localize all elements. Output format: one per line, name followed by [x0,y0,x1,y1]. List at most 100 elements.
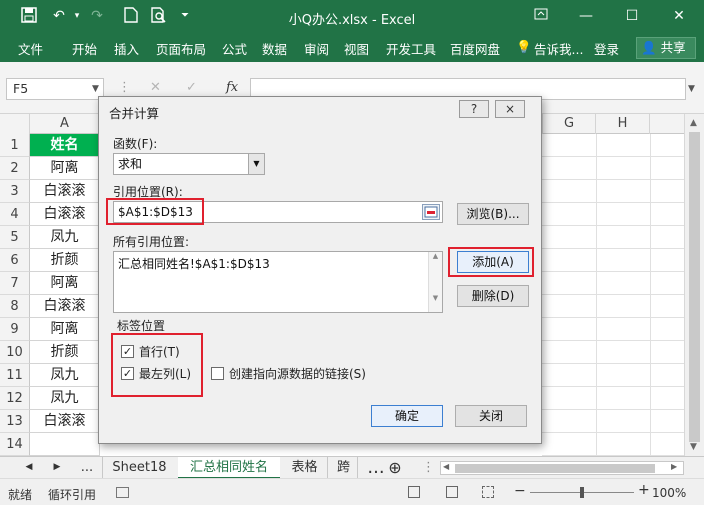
page-layout-view-icon[interactable] [446,486,458,498]
row-header[interactable]: 2 [0,157,30,180]
zoom-out-icon[interactable]: − [514,483,526,499]
table-cell[interactable] [30,433,100,456]
column-header-a[interactable]: A [30,114,100,134]
scroll-right-icon[interactable]: ▶ [671,462,677,471]
all-references-item[interactable]: 汇总相同姓名!$A$1:$D$13 [118,255,442,272]
tell-me-box[interactable]: 告诉我... [534,39,583,58]
horizontal-scrollbar[interactable]: ◀ ▶ [440,461,684,475]
close-button[interactable]: 关闭 [455,405,527,427]
add-sheet-icon[interactable]: ⊕ [386,457,404,479]
sheet-tab-bar: ◀ ▶ ... Sheet18 汇总相同姓名 表格 跨 ... ⊕ ⋮ ◀ ▶ [0,456,704,479]
scroll-down-icon[interactable]: ▼ [690,442,697,452]
tab-file[interactable]: 文件 [18,39,43,58]
column-header-h[interactable]: H [596,114,650,134]
table-cell[interactable]: 阿离 [30,318,100,341]
row-header[interactable]: 6 [0,249,30,272]
row-header[interactable]: 4 [0,203,30,226]
tab-data[interactable]: 数据 [262,39,287,58]
row-header[interactable]: 5 [0,226,30,249]
table-cell[interactable]: 凤九 [30,364,100,387]
scroll-up-icon[interactable]: ▲ [690,118,697,128]
scroll-down-icon[interactable]: ▼ [429,294,442,302]
name-box[interactable]: F5 [6,78,104,100]
horizontal-scroll-thumb[interactable] [455,464,655,473]
table-cell[interactable]: 阿离 [30,272,100,295]
tab-view[interactable]: 视图 [344,39,369,58]
row-header[interactable]: 9 [0,318,30,341]
insert-function-icon[interactable]: fx [226,80,238,95]
table-cell[interactable]: 凤九 [30,226,100,249]
function-select[interactable]: 求和 ▼ [113,153,265,175]
expand-formula-icon[interactable]: ▼ [688,84,695,94]
scroll-thumb[interactable] [689,132,700,442]
tab-review[interactable]: 审阅 [304,39,329,58]
cancel-entry-icon[interactable]: ✕ [150,80,161,95]
row-header[interactable]: 12 [0,387,30,410]
sheet-tab-sheet18[interactable]: Sheet18 [102,457,176,479]
create-links-label[interactable]: 创建指向源数据的链接(S) [229,365,366,382]
row-header[interactable]: 13 [0,410,30,433]
table-cell[interactable]: 白滚滚 [30,180,100,203]
list-scrollbar[interactable]: ▲ ▼ [428,252,442,312]
header-cell[interactable]: 姓名 [30,134,100,157]
select-all-corner[interactable] [0,114,30,134]
login-link[interactable]: 登录 [594,39,619,58]
table-cell[interactable]: 凤九 [30,387,100,410]
sheet-tab-active[interactable]: 汇总相同姓名 [178,457,280,479]
table-cell[interactable]: 阿离 [30,157,100,180]
page-break-view-icon[interactable] [482,486,494,498]
row-header[interactable]: 14 [0,433,30,456]
row-header[interactable]: 11 [0,364,30,387]
next-sheet-icon[interactable]: ▶ [50,457,64,479]
browse-button[interactable]: 浏览(B)... [457,203,529,225]
delete-button[interactable]: 删除(D) [457,285,529,307]
zoom-slider[interactable] [530,487,634,498]
share-button[interactable]: 👤 共享 [636,37,696,59]
table-cell[interactable]: 折颜 [30,341,100,364]
ribbon-options-icon[interactable] [530,6,552,26]
row-header[interactable]: 7 [0,272,30,295]
zoom-slider-thumb[interactable] [580,487,584,498]
row-header[interactable]: 3 [0,180,30,203]
table-cell[interactable]: 白滚滚 [30,410,100,433]
collapse-dialog-icon[interactable] [422,204,440,220]
macro-record-icon[interactable] [116,487,129,498]
row-header[interactable]: 10 [0,341,30,364]
confirm-entry-icon[interactable]: ✓ [186,80,197,95]
tab-formulas[interactable]: 公式 [222,39,247,58]
create-links-checkbox[interactable] [211,367,224,380]
chevron-down-icon[interactable]: ▼ [92,84,99,94]
tab-insert[interactable]: 插入 [114,39,139,58]
minimize-icon[interactable]: — [575,6,597,26]
maximize-icon[interactable]: ☐ [621,6,643,26]
dialog-title: 合并计算 [109,106,160,121]
dialog-close-button[interactable]: × [495,100,525,118]
table-cell[interactable]: 白滚滚 [30,295,100,318]
tab-page-layout[interactable]: 页面布局 [156,39,206,58]
help-button[interactable]: ? [459,100,489,118]
tab-developer[interactable]: 开发工具 [386,39,436,58]
more-sheets-left[interactable]: ... [76,457,98,479]
zoom-in-icon[interactable]: + [638,482,650,498]
normal-view-icon[interactable] [408,486,420,498]
column-header-g[interactable]: G [542,114,596,134]
row-header[interactable]: 8 [0,295,30,318]
sheet-tab-cross[interactable]: 跨 [330,457,358,479]
tab-baidu-netdisk[interactable]: 百度网盘 [450,39,500,58]
all-references-list[interactable]: 汇总相同姓名!$A$1:$D$13 ▲ ▼ [113,251,443,313]
close-icon[interactable]: ✕ [668,6,690,26]
zoom-level[interactable]: 100% [652,486,686,500]
vertical-scrollbar[interactable]: ▲ ▼ [684,114,704,456]
scroll-left-icon[interactable]: ◀ [443,462,449,471]
tab-home[interactable]: 开始 [72,39,97,58]
prev-sheet-icon[interactable]: ◀ [22,457,36,479]
table-cell[interactable]: 折颜 [30,249,100,272]
status-circular-reference: 循环引用 [48,488,97,502]
scroll-divider-icon[interactable]: ⋮ [422,457,435,479]
table-cell[interactable]: 白滚滚 [30,203,100,226]
sheet-tab-table[interactable]: 表格 [282,457,328,479]
row-header[interactable]: 1 [0,134,30,157]
scroll-up-icon[interactable]: ▲ [429,252,442,260]
chevron-down-icon[interactable]: ▼ [248,154,264,174]
ok-button[interactable]: 确定 [371,405,443,427]
